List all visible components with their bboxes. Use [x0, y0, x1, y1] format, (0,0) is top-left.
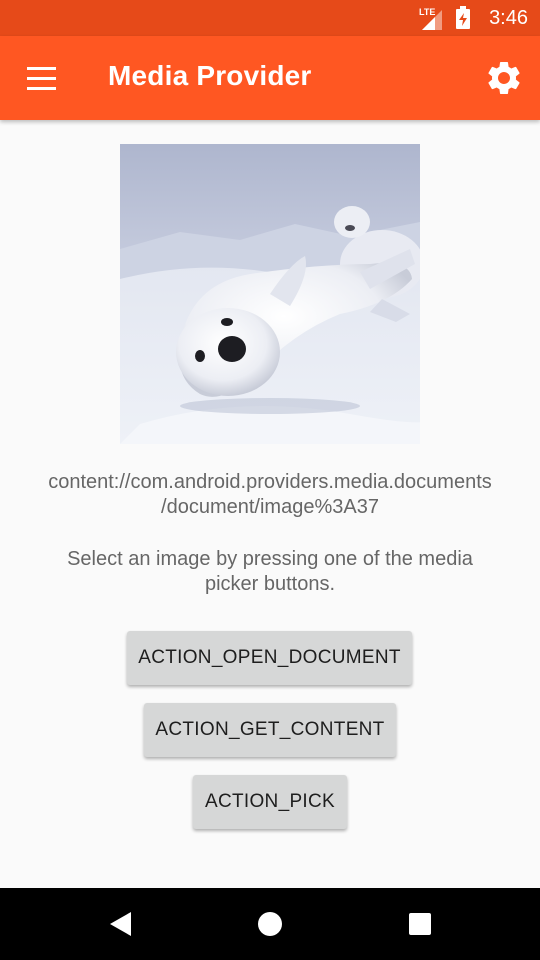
- seal-photo: [120, 144, 420, 444]
- uri-value: content://com.android.providers.media.do…: [48, 471, 492, 518]
- recents-button[interactable]: [400, 904, 440, 944]
- gear-icon: [488, 62, 520, 94]
- main-content: content://com.android.providers.media.do…: [0, 120, 540, 888]
- hint-text: Select an image by pressing one of the m…: [67, 548, 473, 595]
- status-icons: LTE: [419, 6, 470, 30]
- back-icon: [110, 912, 131, 936]
- lte-signal-icon: LTE: [419, 7, 442, 30]
- status-bar: LTE 3:46: [0, 0, 540, 36]
- menu-icon: [27, 67, 56, 90]
- action-open-document-button[interactable]: ACTION_OPEN_DOCUMENT: [127, 631, 412, 685]
- app-title: Media Provider: [108, 60, 312, 91]
- network-label: LTE: [419, 7, 435, 17]
- recents-icon: [409, 913, 431, 935]
- status-time: 3:46: [489, 7, 528, 29]
- uri-text: content://com.android.providers.media.do…: [20, 470, 520, 520]
- home-button[interactable]: [250, 904, 290, 944]
- app-bar: Media Provider: [0, 36, 540, 120]
- menu-button[interactable]: [20, 58, 64, 98]
- action-pick-button[interactable]: ACTION_PICK: [193, 775, 347, 829]
- action-get-content-button[interactable]: ACTION_GET_CONTENT: [144, 703, 396, 757]
- navigation-bar: [0, 888, 540, 960]
- battery-charging-icon: [456, 6, 470, 29]
- selected-image: [120, 144, 420, 444]
- home-icon: [258, 912, 282, 936]
- back-button[interactable]: [100, 904, 140, 944]
- settings-button[interactable]: [484, 58, 524, 98]
